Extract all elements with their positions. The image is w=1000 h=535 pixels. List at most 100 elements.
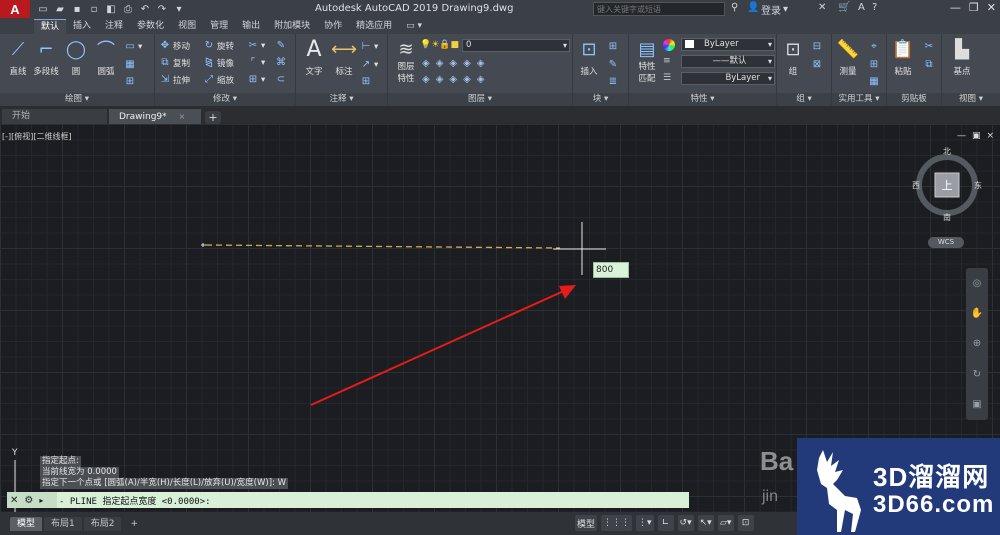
undo-icon[interactable]: ↶ xyxy=(138,3,152,15)
osnap-toggle[interactable]: ▱▾ xyxy=(717,515,734,531)
layout-tab-model[interactable]: 模型 xyxy=(10,516,43,531)
exchange-icon[interactable]: ✕ xyxy=(818,2,826,13)
command-recent-icon[interactable]: ▸ xyxy=(39,496,43,505)
command-prompt[interactable]: - PLINE 指定起点宽度 <0.0000>: xyxy=(59,494,211,507)
tab-annotate[interactable]: 注释 xyxy=(98,19,130,34)
viewcube-south[interactable]: 南 xyxy=(943,212,951,223)
command-close-icon[interactable]: ✕ xyxy=(10,495,18,506)
web-mobile-icon[interactable]: ◧ xyxy=(104,3,118,15)
grid-toggle[interactable]: ⋮⋮⋮ xyxy=(601,515,633,531)
save-as-icon[interactable]: ▫ xyxy=(87,3,101,15)
annotation-scale-button[interactable]: ⊡ xyxy=(737,515,754,531)
arc-tool[interactable]: ⌒ 圆弧 xyxy=(92,38,120,77)
layout-tab-2[interactable]: 布局2 xyxy=(83,516,122,531)
block-panel-title[interactable]: 块 ▾ xyxy=(573,93,628,106)
quick-select-tool[interactable]: ⌖ xyxy=(868,40,882,53)
viewcube-west[interactable]: 西 xyxy=(912,180,920,191)
redo-icon[interactable]: ↷ xyxy=(155,3,169,15)
help-button[interactable]: ? xyxy=(872,2,877,13)
linear-dim-tool[interactable]: ⊢ ▾ xyxy=(360,40,379,53)
search-input[interactable] xyxy=(597,4,717,14)
ungroup-tool[interactable]: ⊟ xyxy=(811,40,825,53)
dynamic-input-field[interactable]: 800 xyxy=(593,262,629,278)
line-tool[interactable]: ⟋ 直线 xyxy=(4,38,32,78)
showmotion-icon[interactable]: ▣ xyxy=(972,399,981,410)
array-tool[interactable]: ⊞ ▾ xyxy=(247,73,265,86)
zoom-extents-icon[interactable]: ⊕ xyxy=(973,338,981,349)
isodraft-toggle[interactable]: ↖▾ xyxy=(697,515,714,531)
command-line[interactable]: - PLINE 指定起点宽度 <0.0000>: xyxy=(7,492,689,508)
tab-home[interactable]: 默认 xyxy=(34,19,67,34)
layout-tab-1[interactable]: 布局1 xyxy=(44,516,82,531)
tab-insert[interactable]: 插入 xyxy=(66,19,98,34)
layer-properties-tool[interactable]: ≋ 图层 特性 xyxy=(392,38,420,85)
polar-toggle[interactable]: ↺▾ xyxy=(677,515,694,531)
color-dropdown[interactable]: ByLayer xyxy=(681,38,775,51)
search-field[interactable] xyxy=(593,2,725,16)
erase-tool[interactable]: ✎ xyxy=(275,39,289,52)
close-tab-icon[interactable]: × xyxy=(179,112,186,121)
snap-toggle[interactable]: ⋮▾ xyxy=(636,515,654,531)
login-button[interactable]: 登录 ▾ xyxy=(761,2,788,17)
ribbon-toggle[interactable]: ▭ ▾ xyxy=(399,19,429,34)
edit-block-tool[interactable]: ✎ xyxy=(607,58,621,71)
utilities-panel-title[interactable]: 实用工具 ▾ xyxy=(832,93,886,106)
select-all-tool[interactable]: ⊞ xyxy=(868,58,882,71)
scale-tool[interactable]: ⤢ 缩放 xyxy=(203,73,234,86)
orbit-icon[interactable]: ↻ xyxy=(973,369,981,380)
linetype-dropdown[interactable]: ——默认 xyxy=(681,55,775,68)
a360-icon[interactable]: A xyxy=(858,2,865,13)
cart-icon[interactable]: 🛒 xyxy=(838,2,850,13)
stretch-tool[interactable]: ⇲ 拉伸 xyxy=(159,73,190,86)
rectangle-tool[interactable]: ▭ ▾ xyxy=(124,40,142,53)
lineweight-dropdown[interactable]: ByLayer xyxy=(681,72,775,85)
model-space-button[interactable]: 模型 xyxy=(575,515,598,531)
move-tool[interactable]: ✥ 移动 xyxy=(159,39,190,52)
steering-wheel-icon[interactable]: ◎ xyxy=(973,278,982,289)
groups-panel-title[interactable]: 组 ▾ xyxy=(777,93,831,106)
minimize-icon[interactable]: — xyxy=(950,1,961,14)
tab-drawing9[interactable]: Drawing9* × xyxy=(109,109,201,124)
table-annot-tool[interactable]: ⊞ xyxy=(360,75,374,88)
group-edit-tool[interactable]: ⊠ xyxy=(811,58,825,71)
viewcube-top-face[interactable]: 上 xyxy=(938,177,956,193)
text-tool[interactable]: A 文字 xyxy=(300,37,328,78)
command-settings-icon[interactable]: ⚙ xyxy=(24,495,33,506)
clipboard-panel-title[interactable]: 剪贴板 xyxy=(887,93,941,106)
hatch-tool[interactable]: ▦ xyxy=(124,58,138,71)
layer-tools-row1[interactable]: ◈◈◈◈◈ xyxy=(422,58,490,69)
circle-tool[interactable]: ◯ 圆 xyxy=(62,38,90,78)
layers-panel-title[interactable]: 图层 ▾ xyxy=(388,93,572,106)
polyline-tool[interactable]: ⌐ 多段线 xyxy=(32,38,60,78)
base-view-tool[interactable]: ▙ 基点 xyxy=(948,38,976,78)
block-attr-tool[interactable]: ≣ xyxy=(607,75,621,88)
pan-icon[interactable]: ✋ xyxy=(971,308,983,319)
paste-tool[interactable]: 📋 粘贴 xyxy=(889,38,917,78)
qat-dropdown-icon[interactable]: ▾ xyxy=(172,3,186,15)
user-icon[interactable]: 👤 xyxy=(747,2,759,13)
tab-addins[interactable]: 附加模块 xyxy=(267,19,317,34)
calculator-tool[interactable]: ▦ xyxy=(868,75,882,88)
leader-tool[interactable]: ↗ ▾ xyxy=(360,58,378,71)
layer-tools-row2[interactable]: ◈◈◈◈◈ xyxy=(422,74,490,85)
fillet-tool[interactable]: ⌜ ▾ xyxy=(247,56,266,69)
new-file-icon[interactable]: ▭ xyxy=(36,3,50,15)
measure-tool[interactable]: 📏 测量 xyxy=(834,38,862,78)
viewcube-north[interactable]: 北 xyxy=(943,146,951,157)
new-tab-button[interactable]: + xyxy=(205,111,221,124)
viewcube[interactable]: 上 北 南 东 西 xyxy=(912,147,982,223)
properties-panel-title[interactable]: 特性 ▾ xyxy=(629,93,776,106)
copy-tool[interactable]: ⧉ 复制 xyxy=(159,56,190,69)
tab-featured-apps[interactable]: 精选应用 xyxy=(349,19,399,34)
restore-icon[interactable]: ❐ xyxy=(969,1,979,14)
explode-tool[interactable]: ⌘ xyxy=(275,56,289,69)
open-folder-icon[interactable]: ▰ xyxy=(53,3,67,15)
view-panel-title[interactable]: 视图 ▾ xyxy=(942,93,1000,106)
tab-parametric[interactable]: 参数化 xyxy=(130,19,171,34)
offset-tool[interactable]: ⊂ xyxy=(275,73,289,86)
tab-output[interactable]: 输出 xyxy=(235,19,267,34)
match-properties-tool[interactable]: ▤ 特性 匹配 xyxy=(633,38,661,85)
print-icon[interactable]: ⎙ xyxy=(121,3,135,15)
trim-tool[interactable]: ✂ ▾ xyxy=(247,39,265,52)
app-menu-button[interactable]: A xyxy=(0,0,30,18)
